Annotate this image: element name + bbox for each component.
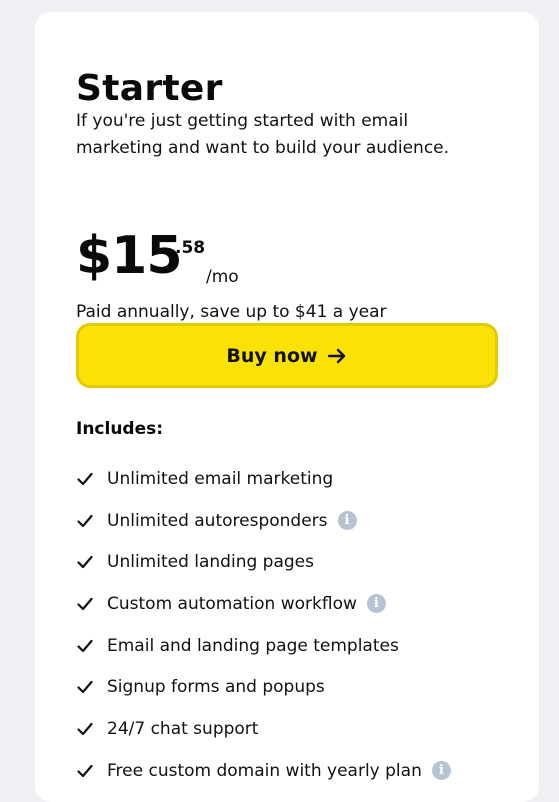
pricing-card: Starter If you're just getting started w… (35, 12, 539, 802)
price-period: /mo (206, 267, 239, 287)
feature-label: Unlimited landing pages (107, 552, 314, 573)
buy-now-label: Buy now (226, 344, 318, 367)
info-icon[interactable]: i (431, 761, 451, 781)
feature-item: Custom automation workflow i (76, 583, 516, 625)
info-icon[interactable]: i (366, 594, 386, 614)
feature-item: Unlimited email marketing (76, 458, 516, 500)
includes-heading: Includes: (76, 419, 164, 439)
feature-item: Email and landing page templates (76, 625, 516, 667)
check-icon (76, 512, 94, 530)
check-icon (76, 553, 94, 571)
feature-item: 24/7 chat support (76, 708, 516, 750)
price: $15 .58 /mo (76, 226, 376, 296)
feature-label: 24/7 chat support (107, 718, 259, 739)
plan-title: Starter (76, 68, 223, 109)
info-icon[interactable]: i (337, 511, 357, 531)
feature-label: Unlimited email marketing (107, 468, 334, 489)
check-icon (76, 720, 94, 738)
price-amount: $15 (76, 226, 183, 286)
billing-note: Paid annually, save up to $41 a year (76, 302, 387, 322)
feature-item: Free custom domain with yearly plan i (76, 750, 516, 792)
price-cents: .58 (175, 238, 206, 258)
feature-item: Unlimited landing pages (76, 541, 516, 583)
check-icon (76, 595, 94, 613)
plan-description: If you're just getting started with emai… (76, 111, 450, 158)
arrow-right-icon (326, 345, 348, 367)
feature-item: Signup forms and popups (76, 666, 516, 708)
feature-label: Signup forms and popups (107, 677, 325, 698)
buy-now-button[interactable]: Buy now (76, 323, 498, 388)
check-icon (76, 470, 94, 488)
check-icon (76, 678, 94, 696)
check-icon (76, 762, 94, 780)
feature-item: Unlimited autoresponders i (76, 500, 516, 542)
feature-label: Email and landing page templates (107, 635, 399, 656)
feature-list: Unlimited email marketing Unlimited autor… (76, 458, 516, 792)
check-icon (76, 637, 94, 655)
feature-label: Unlimited autoresponders (107, 510, 328, 531)
feature-label: Custom automation workflow (107, 593, 357, 614)
